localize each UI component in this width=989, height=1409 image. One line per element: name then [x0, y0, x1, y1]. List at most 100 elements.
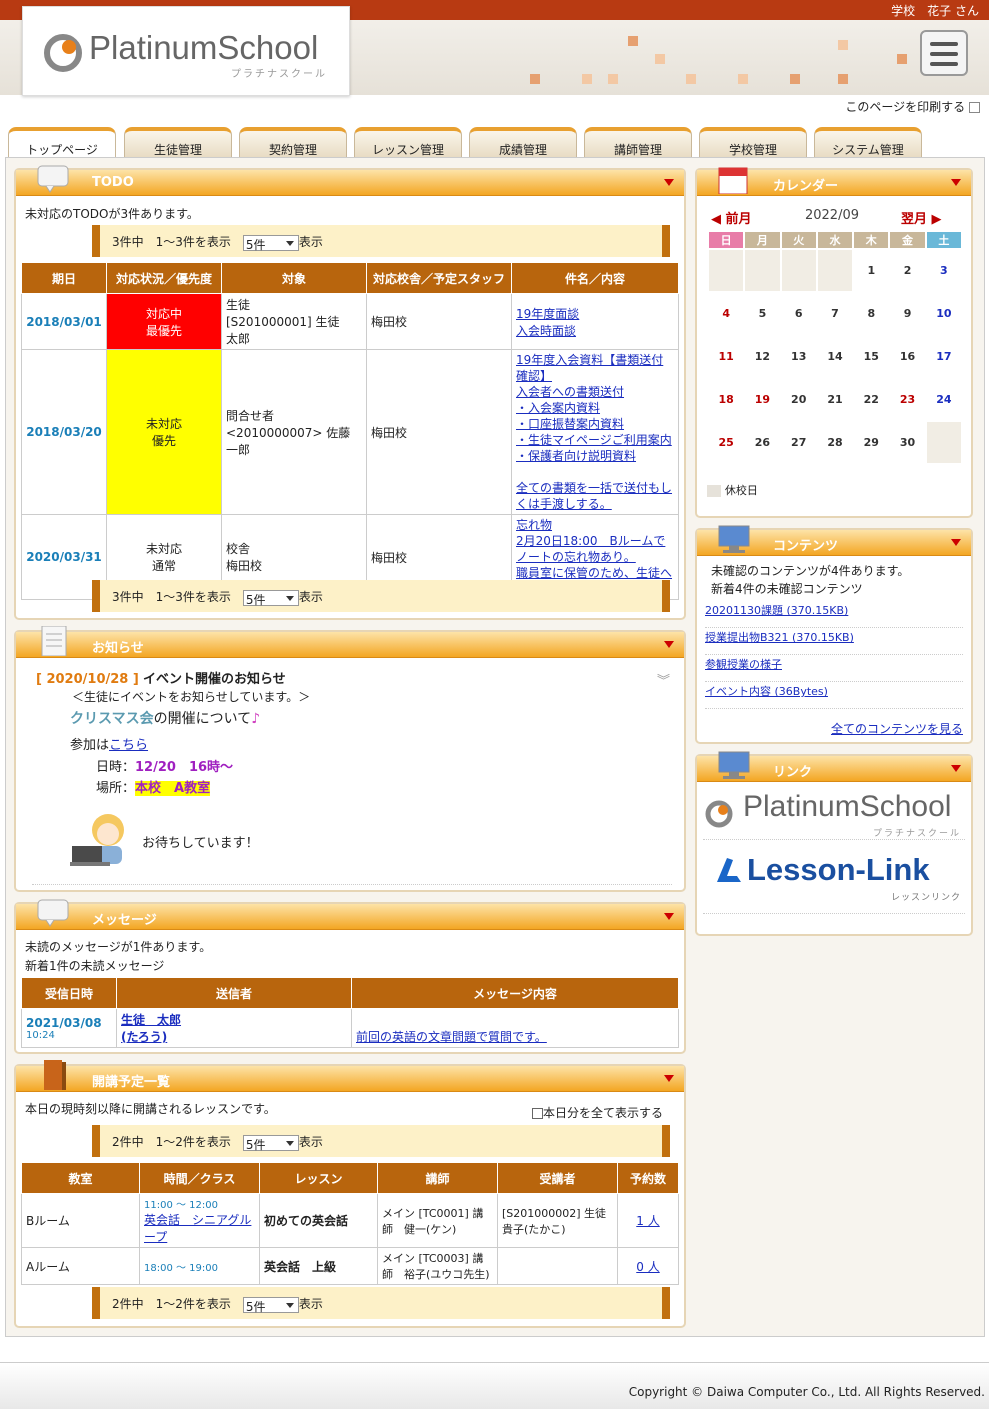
page-size-select[interactable]: 5件	[242, 589, 299, 607]
calendar-day[interactable]: 23	[888, 377, 927, 422]
notice-panel: お知らせ [ 2020/10/28 ] イベント開催のお知らせ ︾ ＜生徒にイベ…	[14, 626, 686, 892]
calendar-day[interactable]: 24	[924, 377, 964, 422]
calendar-day[interactable]: 6	[779, 291, 818, 336]
table-row: Bルーム 11:00 ～ 12:00 英会話 シニアグループ 初めての英会話 メイ…	[21, 1193, 679, 1248]
col-header: 対応校舎／予定スタッフ	[366, 262, 512, 294]
todo-link[interactable]: 全ての書類を一括で送付もしくは手渡しする。	[516, 481, 672, 511]
todo-link[interactable]: 忘れ物	[516, 518, 552, 532]
reservation-link[interactable]: 0 人	[636, 1260, 659, 1274]
calendar-day[interactable]: 1	[852, 248, 891, 293]
collapse-icon[interactable]	[951, 765, 961, 772]
collapse-icon[interactable]	[664, 179, 674, 186]
sender-link[interactable]: 生徒 太郎	[121, 1013, 181, 1027]
collapse-icon[interactable]	[951, 539, 961, 546]
col-header: 対応状況／優先度	[106, 262, 222, 294]
calendar-day[interactable]: 8	[852, 291, 891, 336]
calendar-day[interactable]: 3	[924, 248, 964, 293]
tab-grades[interactable]: 成績管理	[469, 127, 577, 157]
calendar-day[interactable]: 10	[924, 291, 964, 336]
todo-link[interactable]: ・口座振替案内資料	[516, 417, 624, 431]
platinum-school-link[interactable]: PlatinumSchool プラチナスクール	[703, 786, 965, 840]
weekday-sun: 日	[706, 230, 746, 250]
tab-students[interactable]: 生徒管理	[124, 127, 232, 157]
todo-link[interactable]: 19年度入会資料【書類送付確認】	[516, 353, 663, 383]
next-month-button[interactable]: 翌月 ▶	[901, 208, 942, 227]
calendar-day[interactable]: 13	[779, 334, 818, 379]
lesson-cell: 英会話 上級	[259, 1247, 378, 1285]
calendar-day[interactable]: 30	[888, 420, 927, 465]
col-header: レッスン	[259, 1162, 378, 1194]
logo[interactable]: PlatinumSchool プラチナスクール	[22, 6, 350, 96]
calendar-day[interactable]: 19	[743, 377, 782, 422]
table-row: 2021/03/08 10:24 生徒 太郎 (たろう) 前回の英語の文章問題で質問…	[21, 1008, 679, 1048]
content-link[interactable]: 授業提出物B321 (370.15KB)	[705, 631, 854, 644]
all-contents-link[interactable]: 全てのコンテンツを見る	[831, 722, 963, 736]
todo-summary: 未対応のTODOが3件あります。	[25, 207, 199, 221]
tab-system[interactable]: システム管理	[814, 127, 922, 157]
contents-panel: コンテンツ 未確認のコンテンツが4件あります。 新着4件の未確認コンテンツ 20…	[695, 525, 973, 744]
user-name: 学校 花子 さん	[891, 4, 979, 18]
status-cell: 対応中 最優先	[106, 293, 222, 350]
calendar-week: 25 26 27 28 29 30	[706, 420, 964, 465]
calendar-day[interactable]: 4	[706, 291, 746, 336]
calendar-day[interactable]: 22	[852, 377, 891, 422]
message-link[interactable]: 前回の英語の文章問題で質問です。	[356, 1030, 547, 1044]
print-link[interactable]: このページを印刷する	[700, 98, 980, 115]
schedule-table: 教室 時間／クラス レッスン 講師 受講者 予約数 Bルーム 11:00 ～ 1…	[21, 1162, 679, 1285]
page-size-select[interactable]: 5件	[242, 234, 299, 252]
page-size-select[interactable]: 5件	[242, 1296, 299, 1314]
notice-place: 場所：本校 A教室	[96, 781, 211, 796]
todo-link[interactable]: ・保護者向け説明資料	[516, 449, 636, 463]
class-link[interactable]: 英会話 シニアグループ	[144, 1213, 251, 1244]
calendar-day[interactable]: 11	[706, 334, 746, 379]
calendar-day[interactable]: 21	[815, 377, 855, 422]
calendar-day[interactable]: 20	[779, 377, 818, 422]
tab-contracts[interactable]: 契約管理	[239, 127, 347, 157]
todo-link[interactable]: ・入会案内資料	[516, 401, 600, 415]
tab-teachers[interactable]: 講師管理	[584, 127, 692, 157]
collapse-icon[interactable]	[664, 641, 674, 648]
calendar-day[interactable]: 15	[852, 334, 891, 379]
tab-lessons[interactable]: レッスン管理	[354, 127, 462, 157]
calendar-day[interactable]: 14	[815, 334, 855, 379]
lesson-link-link[interactable]: Lesson-Link レッスンリンク	[703, 848, 965, 914]
calendar-day[interactable]: 7	[815, 291, 855, 336]
todo-link[interactable]: 2月20日18:00 Bルームでノートの忘れ物あり。	[516, 534, 665, 564]
calendar-day[interactable]: 28	[815, 420, 855, 465]
page-size-select[interactable]: 5件	[242, 1134, 299, 1152]
calendar-day[interactable]: 16	[888, 334, 927, 379]
collapse-icon[interactable]	[664, 1075, 674, 1082]
calendar-week: 18 19 20 21 22 23 24	[706, 377, 964, 422]
calendar-day[interactable]: 5	[743, 291, 782, 336]
content-link[interactable]: 参観授業の様子	[705, 658, 782, 671]
todo-link[interactable]: 入会者への書類送付	[516, 385, 624, 399]
prev-month-button[interactable]: ◀ 前月	[711, 208, 752, 227]
show-all-toggle[interactable]: 本日分を全て表示する	[532, 1104, 663, 1121]
reservation-link[interactable]: 1 人	[636, 1214, 659, 1228]
todo-link[interactable]: 入会時面談	[516, 324, 576, 338]
content-link[interactable]: イベント内容 (36Bytes)	[705, 685, 828, 698]
calendar-day[interactable]: 25	[706, 420, 746, 465]
copyright: Copyright © Daiwa Computer Co., Ltd. All…	[628, 1385, 985, 1399]
show-all-checkbox[interactable]	[532, 1108, 543, 1119]
expand-chevron-icon[interactable]: ︾	[657, 670, 670, 689]
todo-link[interactable]: ・生徒マイページご利用案内	[516, 433, 672, 447]
join-link[interactable]: こちら	[109, 738, 148, 753]
collapse-icon[interactable]	[951, 179, 961, 186]
tab-top[interactable]: トップページ	[8, 127, 116, 158]
todo-link[interactable]: 19年度面談	[516, 307, 579, 321]
calendar-day[interactable]: 29	[852, 420, 891, 465]
collapse-icon[interactable]	[664, 913, 674, 920]
calendar-day[interactable]: 2	[888, 248, 927, 293]
calendar-day[interactable]: 27	[779, 420, 818, 465]
sender-link[interactable]: (たろう)	[121, 1030, 167, 1044]
tab-school[interactable]: 学校管理	[699, 127, 807, 157]
content-link[interactable]: 20201130課題 (370.15KB)	[705, 604, 848, 617]
calendar-day[interactable]: 12	[743, 334, 782, 379]
hamburger-menu-icon[interactable]	[920, 30, 968, 76]
speech-bubble-icon	[37, 899, 69, 927]
calendar-day[interactable]: 17	[924, 334, 964, 379]
calendar-day[interactable]: 26	[743, 420, 782, 465]
calendar-day[interactable]: 18	[706, 377, 746, 422]
calendar-day[interactable]: 9	[888, 291, 927, 336]
